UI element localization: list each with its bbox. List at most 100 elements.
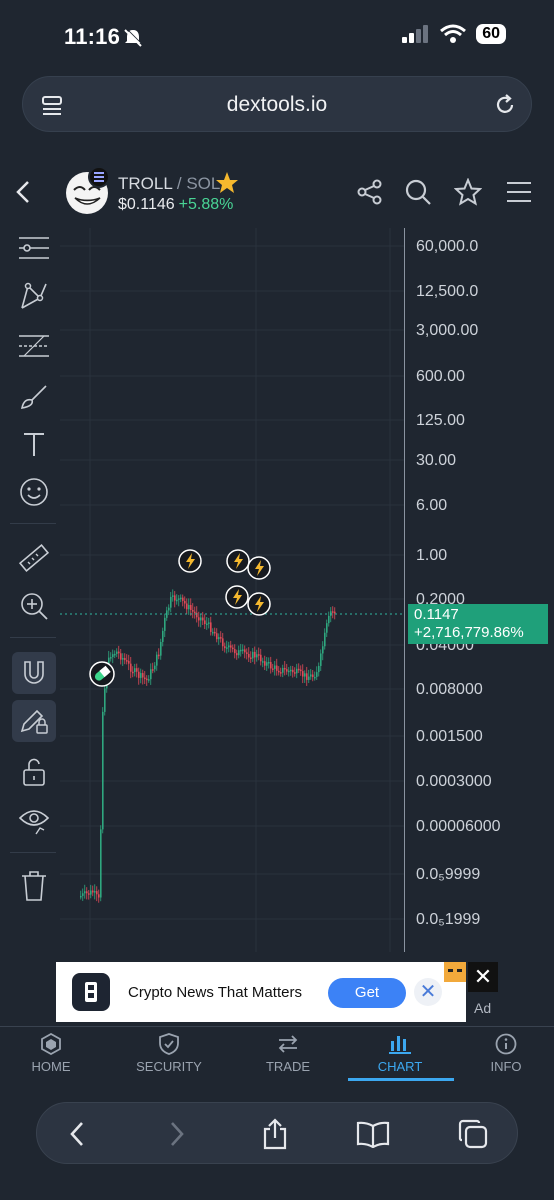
browser-tabs-button[interactable] [455,1116,491,1152]
toolbar-divider [10,637,56,638]
zoom-in-tool[interactable] [14,586,54,626]
candle [308,676,310,680]
measure-tool[interactable] [14,538,54,578]
candle [92,890,94,893]
candle [216,633,218,640]
ad-get-button[interactable]: Get [328,978,406,1008]
nav-security[interactable]: SECURITY [119,1027,219,1081]
reload-icon[interactable] [493,93,517,117]
price-axis-label: 12,500.0 [416,283,479,300]
visibility-tool[interactable] [14,800,54,840]
brush-tool[interactable] [14,376,54,416]
candle [176,599,178,602]
candle [192,609,194,612]
nav-home[interactable]: HOME [1,1027,101,1081]
emoji-tool[interactable] [14,472,54,512]
lock-drawings-tool[interactable] [12,700,56,742]
address-bar[interactable]: dextools.io [22,76,532,132]
candle [250,657,252,659]
candle [324,632,326,647]
price-axis-label: 0.0₅1999 [416,911,481,928]
menu-icon[interactable] [506,180,532,204]
nav-info[interactable]: INFO [456,1027,554,1081]
candle [206,623,208,626]
ruler-icon [18,544,50,572]
candle [80,895,82,898]
ad-dismiss-button[interactable]: ✕ [414,978,442,1006]
search-icon[interactable] [404,178,432,206]
nav-trade[interactable]: TRADE [238,1027,338,1081]
candle [270,661,272,669]
ad-close-button[interactable]: ✕ [468,962,498,992]
crosshair-lines-tool[interactable] [14,228,54,268]
unlock-tool[interactable] [14,752,54,792]
delete-tool[interactable] [14,866,54,906]
nav-chart[interactable]: CHART [350,1027,450,1081]
candle [186,603,188,610]
url-text[interactable]: dextools.io [23,93,531,117]
candle [162,630,164,642]
price-axis-label: 30.00 [416,452,457,469]
browser-forward-button[interactable] [159,1116,195,1152]
horizontal-lines-icon [19,237,49,259]
candle [248,653,250,658]
candle [322,646,324,654]
browser-back-button[interactable] [59,1116,95,1152]
price-axis-label: 600.00 [416,368,465,385]
candle [226,647,228,649]
magnet-tool[interactable] [12,652,56,694]
watchlist-star-icon[interactable] [454,178,482,206]
candle [254,651,256,658]
pair-separator: / [172,174,187,193]
fib-tool[interactable] [14,326,54,366]
browser-share-button[interactable] [257,1116,293,1152]
price-chart[interactable] [60,228,405,952]
candle [114,653,116,656]
candle [144,677,146,680]
candle [102,711,104,830]
text-tool[interactable] [14,424,54,464]
price-axis-label: 60,000.0 [416,238,479,255]
candle [110,657,112,659]
candle [234,649,236,654]
candle [124,657,126,661]
favorite-star-icon[interactable] [214,170,240,196]
ad-label: Ad [474,1000,492,1016]
candle [288,670,290,673]
back-icon[interactable] [14,180,32,204]
share-icon[interactable] [356,178,384,206]
signal-icon [402,25,429,43]
pill-marker-icon [89,661,115,687]
price-axis-label: 0.001500 [416,728,483,745]
candle [190,604,192,610]
candle [208,622,210,624]
candle [104,688,106,712]
pattern-tool[interactable] [14,276,54,316]
candle [168,607,170,611]
candle [314,676,316,679]
candle [156,654,158,666]
candle [132,671,134,674]
candle [272,668,274,670]
price-axis-label: 1.00 [416,547,448,564]
lightning-marker-icon [225,585,249,609]
candle [298,668,300,671]
candle [318,665,320,673]
candle [300,669,302,672]
current-price-value: 0.1147 [414,606,459,623]
pattern-icon [21,282,47,309]
candle [262,661,264,663]
candle [242,649,244,651]
candle [326,623,328,633]
candle [98,894,100,898]
candle [282,667,284,673]
bottom-navigation: HOME SECURITY TRADE CHART INFO [0,1026,554,1080]
candle [332,611,334,613]
ad-banner[interactable]: Crypto News That Matters Get ✕ [56,962,466,1022]
smiley-icon [20,478,48,506]
browser-bookmarks-button[interactable] [355,1116,391,1152]
ad-mascot-icon [444,962,466,982]
candle [150,669,152,680]
eye-icon [18,810,50,835]
candle [316,672,318,677]
